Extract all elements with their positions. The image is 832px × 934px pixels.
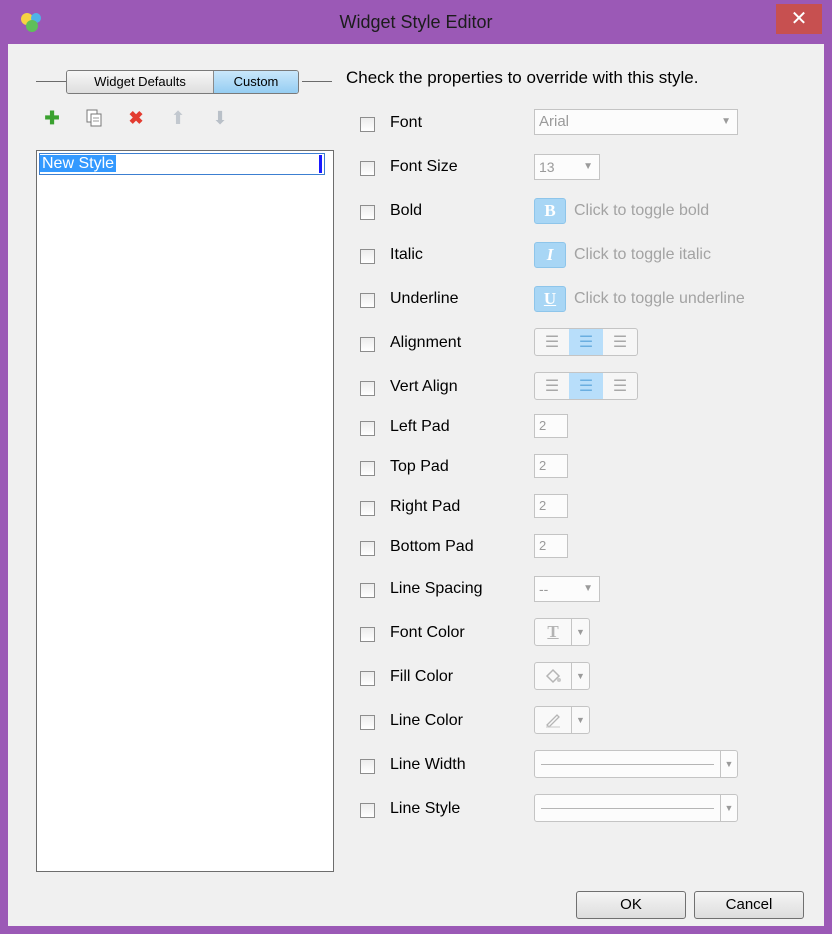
underline-label: Underline: [390, 290, 459, 307]
bottom-pad-checkbox[interactable]: [360, 541, 375, 556]
font-value: Arial: [539, 113, 570, 130]
italic-toggle-icon[interactable]: I: [534, 242, 566, 268]
bottom-pad-input[interactable]: 2: [534, 534, 568, 558]
italic-checkbox[interactable]: [360, 249, 375, 264]
right-pad-label: Right Pad: [390, 498, 461, 515]
vert-align-checkbox[interactable]: [360, 381, 375, 396]
ok-button[interactable]: OK: [576, 891, 686, 919]
left-pad-input[interactable]: 2: [534, 414, 568, 438]
alignment-label: Alignment: [390, 334, 462, 351]
underline-checkbox[interactable]: [360, 293, 375, 308]
chevron-down-icon: ▼: [583, 583, 593, 594]
line-style-label: Line Style: [390, 800, 461, 817]
chevron-down-icon: ▼: [721, 116, 731, 127]
font-size-checkbox[interactable]: [360, 161, 375, 176]
chevron-down-icon[interactable]: ▼: [572, 619, 589, 645]
close-button[interactable]: ✕: [776, 4, 822, 34]
title-bar: Widget Style Editor ✕: [0, 0, 832, 44]
bottom-pad-label: Bottom Pad: [390, 538, 474, 555]
line-spacing-checkbox[interactable]: [360, 583, 375, 598]
left-pad-checkbox[interactable]: [360, 421, 375, 436]
segment-divider-left: [36, 81, 66, 82]
font-size-label: Font Size: [390, 158, 458, 175]
italic-label: Italic: [390, 246, 423, 263]
line-spacing-select[interactable]: -- ▼: [534, 576, 600, 602]
window-title: Widget Style Editor: [339, 12, 493, 32]
copy-icon[interactable]: [84, 108, 104, 128]
line-color-picker[interactable]: ▼: [534, 706, 590, 734]
italic-hint: Click to toggle italic: [574, 246, 711, 263]
bold-toggle-icon[interactable]: B: [534, 198, 566, 224]
top-pad-checkbox[interactable]: [360, 461, 375, 476]
font-label: Font: [390, 114, 423, 131]
bold-checkbox[interactable]: [360, 205, 375, 220]
vert-align-label: Vert Align: [390, 378, 458, 395]
bold-label: Bold: [390, 202, 423, 219]
line-width-preview: [535, 751, 720, 777]
style-mode-toggle: Widget Defaults Custom: [66, 70, 299, 94]
align-right-icon[interactable]: ☰: [603, 329, 637, 355]
align-bottom-icon[interactable]: ☰: [603, 373, 637, 399]
move-down-icon[interactable]: ⬇: [210, 108, 230, 128]
text-caret: [319, 155, 322, 173]
chevron-down-icon[interactable]: ▼: [572, 663, 589, 689]
right-pad-input[interactable]: 2: [534, 494, 568, 518]
font-size-value: 13: [539, 159, 555, 175]
font-select[interactable]: Arial ▼: [534, 109, 738, 135]
pencil-icon: [535, 707, 572, 733]
delete-icon[interactable]: ✖: [126, 108, 146, 128]
line-style-preview: [535, 795, 720, 821]
top-pad-label: Top Pad: [390, 458, 449, 475]
font-checkbox[interactable]: [360, 117, 375, 132]
tab-widget-defaults[interactable]: Widget Defaults: [67, 71, 214, 93]
fill-color-label: Fill Color: [390, 668, 454, 685]
align-middle-icon[interactable]: ☰: [569, 373, 603, 399]
line-style-select[interactable]: ▼: [534, 794, 738, 822]
line-width-label: Line Width: [390, 756, 466, 773]
line-color-label: Line Color: [390, 712, 463, 729]
top-pad-input[interactable]: 2: [534, 454, 568, 478]
alignment-checkbox[interactable]: [360, 337, 375, 352]
font-color-label: Font Color: [390, 624, 465, 641]
style-editor-window: Widget Style Editor ✕ Widget Defaults Cu…: [0, 0, 832, 934]
line-width-checkbox[interactable]: [360, 759, 375, 774]
chevron-down-icon[interactable]: ▼: [720, 751, 737, 777]
font-color-checkbox[interactable]: [360, 627, 375, 642]
font-color-picker[interactable]: T ▼: [534, 618, 590, 646]
tab-custom[interactable]: Custom: [214, 71, 298, 93]
paint-bucket-icon: [535, 663, 572, 689]
dialog-body: Widget Defaults Custom ✚ ✖ ⬆ ⬇ New Style…: [8, 44, 824, 926]
vert-align-group: ☰ ☰ ☰: [534, 372, 638, 400]
font-size-select[interactable]: 13 ▼: [534, 154, 600, 180]
chevron-down-icon[interactable]: ▼: [720, 795, 737, 821]
alignment-group: ☰ ☰ ☰: [534, 328, 638, 356]
text-color-icon: T: [535, 619, 572, 645]
align-center-icon[interactable]: ☰: [569, 329, 603, 355]
align-top-icon[interactable]: ☰: [535, 373, 569, 399]
instructions-text: Check the properties to override with th…: [346, 68, 699, 87]
align-left-icon[interactable]: ☰: [535, 329, 569, 355]
line-style-checkbox[interactable]: [360, 803, 375, 818]
line-width-select[interactable]: ▼: [534, 750, 738, 778]
chevron-down-icon: ▼: [583, 161, 593, 172]
cancel-button[interactable]: Cancel: [694, 891, 804, 919]
left-pad-label: Left Pad: [390, 418, 450, 435]
fill-color-picker[interactable]: ▼: [534, 662, 590, 690]
line-spacing-value: --: [539, 581, 549, 597]
line-spacing-label: Line Spacing: [390, 580, 483, 597]
style-list[interactable]: New Style: [36, 150, 334, 872]
chevron-down-icon[interactable]: ▼: [572, 707, 589, 733]
underline-toggle-icon[interactable]: U: [534, 286, 566, 312]
line-color-checkbox[interactable]: [360, 715, 375, 730]
add-icon[interactable]: ✚: [42, 108, 62, 128]
move-up-icon[interactable]: ⬆: [168, 108, 188, 128]
segment-divider-right: [302, 81, 332, 82]
underline-hint: Click to toggle underline: [574, 290, 745, 307]
list-item[interactable]: New Style: [39, 153, 325, 175]
right-pad-checkbox[interactable]: [360, 501, 375, 516]
style-name[interactable]: New Style: [40, 155, 117, 172]
bold-hint: Click to toggle bold: [574, 202, 710, 219]
fill-color-checkbox[interactable]: [360, 671, 375, 686]
